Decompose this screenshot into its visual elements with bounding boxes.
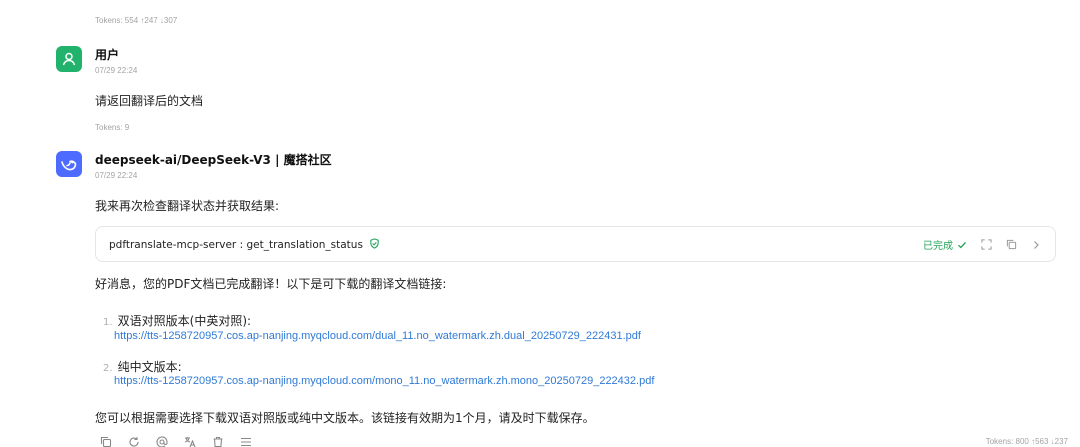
list-item-title: 纯中文版本: (117, 360, 182, 374)
download-link-dual[interactable]: https://tts-1258720957.cos.ap-nanjing.my… (114, 330, 641, 342)
copy-icon (100, 436, 112, 447)
at-icon (156, 436, 168, 447)
tool-call-controls: 已完成 (923, 237, 1041, 252)
assistant-summary-text: 好消息，您的PDF文档已完成翻译！以下是可下载的翻译文档链接: (95, 277, 447, 291)
previous-message-tokens: Tokens: 554 ↑247 ↓307 (95, 16, 178, 25)
copy-message-button[interactable] (100, 436, 112, 447)
previous-message-fragment (95, 0, 155, 6)
user-icon (62, 52, 76, 66)
refresh-icon (129, 437, 139, 447)
assistant-closing-text: 您可以根据需要选择下载双语对照版或纯中文版本。该链接有效期为1个月，请及时下载保… (95, 411, 595, 425)
user-avatar (56, 46, 82, 72)
copy-icon[interactable] (1006, 239, 1017, 250)
download-link-mono[interactable]: https://tts-1258720957.cos.ap-nanjing.my… (114, 375, 654, 387)
tool-call-status-text: 已完成 (923, 241, 953, 252)
message-action-bar (100, 436, 252, 447)
translate-button[interactable] (184, 436, 196, 447)
user-message-tokens: Tokens: 9 (95, 123, 130, 132)
check-icon (958, 241, 966, 248)
user-message-time: 07/29 22:24 (95, 66, 138, 75)
chevron-right-icon[interactable] (1031, 240, 1041, 250)
tool-call-label: pdftranslate-mcp-server : get_translatio… (109, 238, 380, 251)
assistant-message-time: 07/29 22:24 (95, 171, 138, 180)
list-item: 1. 双语对照版本(中英对照): (103, 310, 251, 329)
deepseek-whale-icon (61, 160, 77, 171)
tool-call-status: 已完成 (923, 237, 967, 252)
assistant-avatar (56, 151, 82, 177)
assistant-sender-name: deepseek-ai/DeepSeek-V3 | 魔搭社区 (95, 153, 332, 167)
assistant-intro-text: 我来再次检查翻译状态并获取结果: (95, 199, 280, 213)
tool-call-card[interactable]: pdftranslate-mcp-server : get_translatio… (95, 226, 1056, 262)
mention-button[interactable] (156, 436, 168, 447)
trash-icon (213, 436, 223, 447)
user-sender-name: 用户 (95, 48, 120, 62)
more-menu-button[interactable] (240, 436, 252, 447)
menu-icon (241, 437, 251, 447)
expand-icon[interactable] (981, 239, 992, 250)
list-item: 2. 纯中文版本: (103, 356, 182, 375)
list-item-number: 1. (103, 317, 113, 328)
shield-check-icon (370, 238, 379, 249)
list-item-number: 2. (103, 363, 113, 374)
regenerate-button[interactable] (128, 436, 140, 447)
tool-call-name: pdftranslate-mcp-server : get_translatio… (109, 239, 363, 251)
assistant-message-tokens: Tokens: 800 ↑563 ↓237 (985, 437, 1068, 446)
delete-button[interactable] (212, 436, 224, 447)
list-item-title: 双语对照版本(中英对照): (117, 314, 252, 328)
user-message-text: 请返回翻译后的文档 (95, 94, 204, 108)
translate-icon (184, 437, 196, 447)
